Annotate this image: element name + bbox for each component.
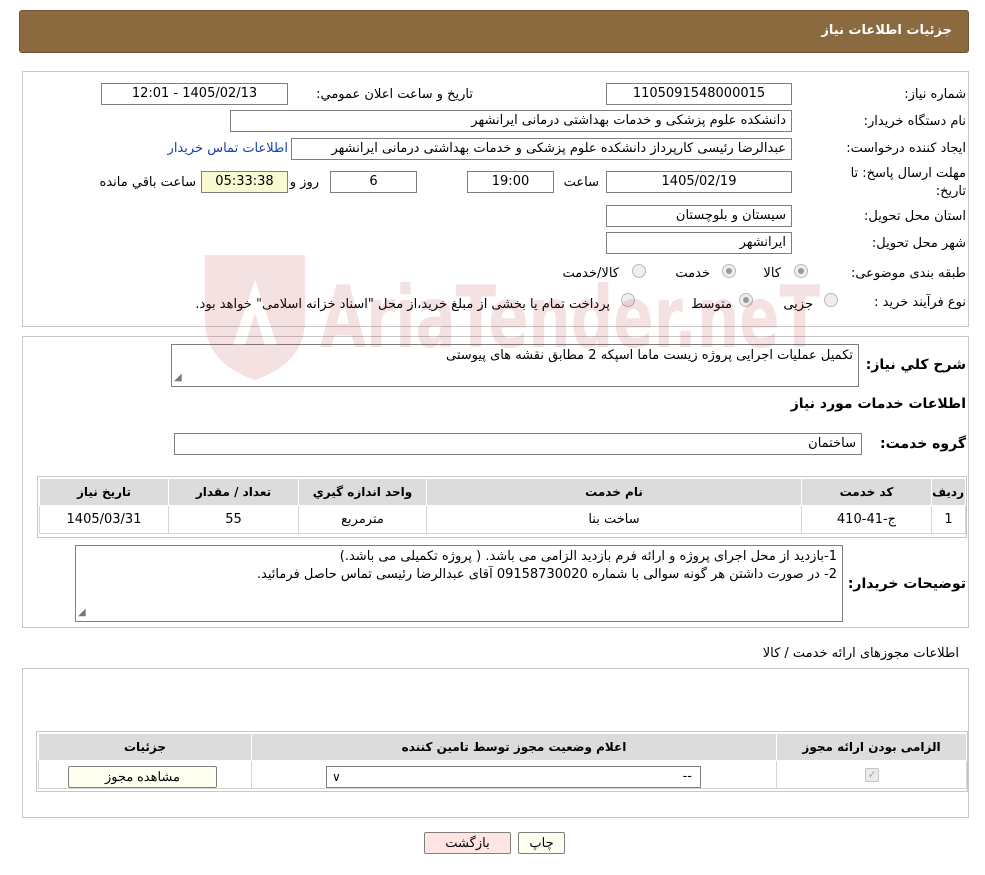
category-goods-label: کالا: [763, 266, 781, 281]
licenses-section-title: اطلاعات مجوزهای ارائه خدمت / کالا: [762, 646, 959, 661]
col-service-code: کد خدمت: [801, 478, 932, 506]
cell-unit: مترمربع: [298, 505, 427, 534]
col-license-required: الزامی بودن ارائه مجوز: [776, 733, 967, 761]
col-row-number: رديف: [931, 478, 966, 506]
process-medium-label: متوسط: [691, 297, 732, 312]
summary-field: تکمیل عملیات اجرایی پروژه زیست ماما اسپک…: [171, 344, 859, 387]
process-treasury-note: پرداخت تمام یا بخشی از مبلغ خرید،از محل …: [195, 297, 610, 312]
buyer-org-label: نام دستگاه خريدار:: [863, 114, 966, 129]
deadline-time-field: 19:00: [467, 171, 554, 193]
licenses-table-header: الزامی بودن ارائه مجوز اعلام وضعیت مجوز …: [38, 733, 967, 761]
announce-datetime-label: تاریخ و ساعت اعلان عمومي:: [316, 87, 473, 102]
services-section-title: اطلاعات خدمات مورد نياز: [790, 396, 966, 412]
license-status-select[interactable]: ∨ --: [326, 766, 701, 788]
cell-service-name: ساخت بنا: [426, 505, 802, 534]
province-label: استان محل تحویل:: [864, 209, 966, 224]
category-service-radio[interactable]: [722, 264, 736, 278]
services-table-header: رديف کد خدمت نام خدمت واحد اندازه گيري ت…: [39, 478, 966, 506]
announce-datetime-field: 1405/02/13 - 12:01: [101, 83, 288, 105]
table-row: 1 ج-41-410 ساخت بنا مترمربع 55 1405/03/3…: [39, 505, 966, 534]
category-goods-service-label: کالا/خدمت: [562, 266, 619, 281]
buyer-contact-link[interactable]: اطلاعات تماس خريدار: [168, 141, 288, 156]
service-group-field: ساختمان: [174, 433, 862, 455]
services-table: رديف کد خدمت نام خدمت واحد اندازه گيري ت…: [39, 478, 966, 534]
back-button[interactable]: بازگشت: [424, 832, 511, 854]
service-group-label: گروه خدمت:: [880, 436, 966, 452]
city-field: ایرانشهر: [606, 232, 792, 254]
col-quantity: تعداد / مقدار: [168, 478, 299, 506]
col-need-date: تاريخ نياز: [39, 478, 169, 506]
cell-service-code: ج-41-410: [801, 505, 932, 534]
deadline-time-label: ساعت: [563, 175, 599, 190]
buyer-notes-field: 1-بازدید از محل اجرای پروژه و ارائه فرم …: [75, 545, 843, 622]
category-label: طبقه بندی موضوعی:: [850, 266, 966, 281]
category-goods-radio[interactable]: [794, 264, 808, 278]
page-title: جزئیات اطلاعات نیاز: [821, 23, 952, 38]
province-field: سیستان و بلوچستان: [606, 205, 792, 227]
print-button[interactable]: چاپ: [518, 832, 565, 854]
deadline-label: مهلت ارسال پاسخ: تا تاریخ:: [850, 166, 966, 199]
category-goods-service-radio[interactable]: [632, 264, 646, 278]
col-unit: واحد اندازه گيري: [298, 478, 427, 506]
need-number-field: 1105091548000015: [606, 83, 792, 105]
need-number-label: شماره نیاز:: [904, 87, 966, 102]
days-label: روز و: [289, 175, 319, 190]
col-service-name: نام خدمت: [426, 478, 802, 506]
city-label: شهر محل تحویل:: [871, 236, 966, 251]
col-license-details: جزئیات: [38, 733, 252, 761]
view-license-button[interactable]: مشاهده مجوز: [68, 766, 217, 788]
deadline-date-field: 1405/02/19: [606, 171, 792, 193]
chevron-down-icon: ∨: [332, 770, 341, 784]
creator-label: ایجاد کننده درخواست:: [846, 141, 966, 156]
page-header: جزئیات اطلاعات نیاز: [19, 10, 969, 53]
remaining-time-label: ساعت باقي مانده: [99, 175, 196, 190]
cell-quantity: 55: [168, 505, 299, 534]
days-remaining-field: 6: [330, 171, 417, 193]
process-minor-label: جزیی: [783, 297, 813, 312]
process-type-label: نوع فرآیند خرید :: [874, 295, 966, 310]
process-minor-radio[interactable]: [824, 293, 838, 307]
buyer-org-field: دانشکده علوم پزشکی و خدمات بهداشتی درمان…: [230, 110, 792, 132]
license-required-checkbox[interactable]: ✓: [865, 768, 879, 782]
remaining-time-field: 05:33:38: [201, 171, 288, 193]
col-license-status: اعلام وضعیت مجوز توسط تامین کننده: [251, 733, 777, 761]
creator-field: عبدالرضا رئیسی کارپرداز دانشکده علوم پزش…: [291, 138, 792, 160]
category-service-label: خدمت: [675, 266, 710, 281]
cell-need-date: 1405/03/31: [39, 505, 169, 534]
cell-row-number: 1: [931, 505, 966, 534]
process-treasury-checkbox[interactable]: [621, 293, 635, 307]
process-medium-radio[interactable]: [739, 293, 753, 307]
summary-label: شرح کلي نياز:: [865, 357, 966, 373]
buyer-notes-label: توضيحات خريدار:: [847, 576, 966, 592]
license-status-value: --: [682, 769, 692, 784]
